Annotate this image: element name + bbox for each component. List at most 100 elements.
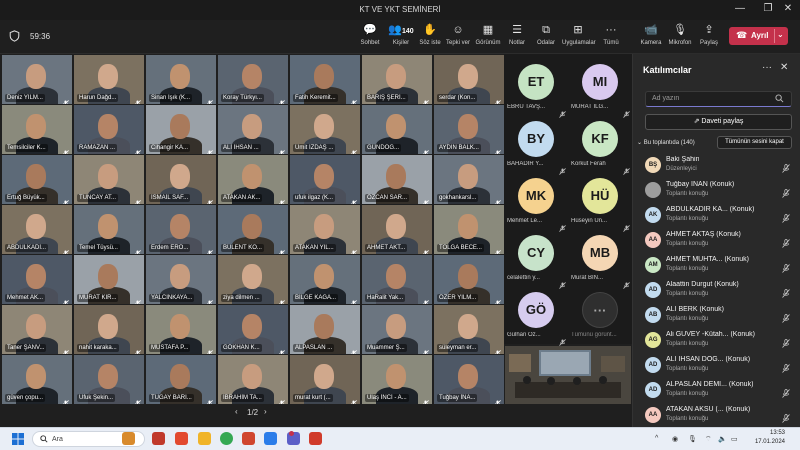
video-tile[interactable]: Koray Türkyı... — [218, 55, 288, 104]
view-button[interactable]: ▦ Görünüm — [475, 24, 501, 50]
video-tile[interactable]: Ertuğ Büyük... — [2, 155, 72, 204]
video-tile[interactable]: İBRAHİM TA... — [218, 355, 288, 404]
participant-row[interactable]: AD ALPASLAN DEMİ... (Konuk) Toplantı konuğ… — [633, 379, 800, 404]
video-tile[interactable]: ABDULKADİ... — [2, 205, 72, 254]
security-app-icon[interactable] — [175, 432, 188, 445]
video-tile[interactable]: Fatih Keremit... — [290, 55, 360, 104]
mic-muted-icon[interactable] — [782, 410, 790, 423]
share-button[interactable]: ⇪ Paylaş — [698, 24, 720, 50]
participant-search-input[interactable]: Ad yazın — [645, 91, 792, 107]
video-tile[interactable]: AYDIN BALK... — [434, 105, 504, 154]
participant-row[interactable]: AM AHMET MUHTA... (Konuk) Toplantı konuğu — [633, 254, 800, 279]
in-meeting-section-toggle[interactable]: ⌄ Bu toplantıda (140) — [637, 139, 695, 146]
video-tile[interactable]: AHMET AKT... — [362, 205, 432, 254]
video-tile[interactable]: Tuğbay İNA... — [434, 355, 504, 404]
maximize-icon[interactable]: ❐ — [761, 3, 775, 14]
video-tile[interactable]: Erdem ERO... — [146, 205, 216, 254]
video-tile[interactable]: ALPASLAN ... — [290, 305, 360, 354]
participant-row[interactable]: AB ALİ BERK (Konuk) Toplantı konuğu — [633, 304, 800, 329]
video-tile[interactable]: Muammer Ş... — [362, 305, 432, 354]
video-tile[interactable]: İSMAİL SAF... — [146, 155, 216, 204]
video-tile[interactable]: BARIŞ ŞERİ... — [362, 55, 432, 104]
close-window-icon[interactable]: ✕ — [781, 3, 795, 14]
chrome-browser-icon[interactable] — [220, 432, 233, 445]
video-tile[interactable]: Sinan Işık (K... — [146, 55, 216, 104]
video-tile[interactable]: Ümit İZDAŞ ... — [290, 105, 360, 154]
windows-start-icon[interactable] — [12, 433, 24, 445]
participant-row[interactable]: AK ABDULKADİR KA... (Konuk) Toplantı konuğ… — [633, 204, 800, 229]
chat-button[interactable]: 💬 Sohbet — [359, 24, 381, 50]
view-all-tile[interactable]: ··· Tümünü görünt... — [568, 284, 632, 342]
video-tile[interactable]: Ulaş İNCİ - A... — [362, 355, 432, 404]
participant-row[interactable]: AA ATAKAN AKSU (... (Konuk) Toplantı konuğ… — [633, 404, 800, 429]
video-tile[interactable]: MURAT KIR... — [74, 255, 144, 304]
avatar-tile[interactable]: KF Korkut Ferah — [568, 113, 632, 175]
next-page-icon[interactable]: › — [264, 407, 267, 416]
participant-row[interactable]: BŞ Baki Şahin Düzenleyici — [633, 154, 800, 179]
avatar-tile[interactable]: HÜ Hüseyin Ün... — [568, 170, 632, 232]
video-tile[interactable]: ÖZCAN SAR... — [362, 155, 432, 204]
mute-all-button[interactable]: Tümünün sesini kapat — [717, 136, 792, 149]
volume-icon[interactable]: 🔈 — [718, 435, 727, 443]
avatar-tile[interactable]: MI MURAT ILG... — [568, 56, 632, 118]
mic-muted-icon[interactable] — [782, 260, 790, 273]
mic-muted-icon[interactable] — [782, 235, 790, 248]
camera-button[interactable]: 📹 Kamera — [639, 24, 663, 50]
people-button[interactable]: 👥140 Kişiler — [388, 24, 414, 50]
video-tile[interactable]: TUNCAY AT... — [74, 155, 144, 204]
clock-time[interactable]: 13:53 — [745, 430, 785, 436]
participant-row[interactable]: AD Alaattin Durgut (Konuk) Toplantı konuğu — [633, 279, 800, 304]
react-button[interactable]: ☺ Tepki ver — [446, 24, 470, 50]
participant-row[interactable]: AD ALİ İHSAN DOĞ... (Konuk) Toplantı konuğ… — [633, 354, 800, 379]
video-tile[interactable]: Ufuk Şekin... — [74, 355, 144, 404]
mic-tray-icon[interactable]: 🎙 — [688, 435, 697, 443]
notes-button[interactable]: ☰ Notlar — [507, 24, 527, 50]
edge-browser-icon[interactable] — [264, 432, 277, 445]
video-tile[interactable]: ufuk ilgaz (K... — [290, 155, 360, 204]
minimize-icon[interactable]: — — [733, 3, 747, 14]
mic-muted-icon[interactable] — [782, 185, 790, 198]
share-invite-button[interactable]: ⇗ Daveti paylaş — [645, 114, 792, 130]
video-tile[interactable]: süleyman er... — [434, 305, 504, 354]
video-tile[interactable]: ALİ İHSAN ... — [218, 105, 288, 154]
clock-date[interactable]: 17.01.2024 — [745, 439, 785, 445]
avatar-tile[interactable]: BY BAHADIR Y... — [504, 113, 568, 175]
avatar-tile[interactable]: GÖ Gülhan Öz... — [504, 284, 568, 346]
video-tile[interactable]: ATAKAN YIL... — [290, 205, 360, 254]
video-tile[interactable]: Temsilciler K... — [2, 105, 72, 154]
tray-caret[interactable]: ^ — [655, 435, 658, 442]
battery-icon[interactable]: ▭ — [731, 435, 738, 443]
video-tile[interactable]: BİLGE KAGA... — [290, 255, 360, 304]
file-explorer-icon[interactable] — [198, 432, 211, 445]
participant-row[interactable]: AG Ali GÜVEY -Kütah... (Konuk) Toplantı ko… — [633, 329, 800, 354]
mic-muted-icon[interactable] — [782, 335, 790, 348]
close-panel-icon[interactable]: ✕ — [780, 62, 788, 73]
avatar-tile[interactable]: CY celalettin y... — [504, 227, 568, 289]
raise-hand-button[interactable]: ✋ Söz iste — [419, 24, 441, 50]
video-tile[interactable]: GÖKHAN K... — [218, 305, 288, 354]
video-tile[interactable]: nahit karaka... — [74, 305, 144, 354]
meeting-room-video[interactable] — [505, 346, 631, 404]
avatar-tile[interactable]: MB Murat BİN... — [568, 227, 632, 289]
previous-page-icon[interactable]: ‹ — [235, 407, 238, 416]
video-tile[interactable]: ÖZER YILM... — [434, 255, 504, 304]
mic-muted-icon[interactable] — [782, 385, 790, 398]
rooms-button[interactable]: ⧉ Odalar — [535, 24, 557, 50]
video-tile[interactable]: ATAKAN AK... — [218, 155, 288, 204]
mic-muted-icon[interactable] — [782, 210, 790, 223]
video-tile[interactable]: Mehmet AK... — [2, 255, 72, 304]
avatar-tile[interactable]: ET EBRU TAVŞ... — [504, 56, 568, 118]
video-tile[interactable]: gokhankarsl... — [434, 155, 504, 204]
wifi-icon[interactable]: ⌔ — [705, 435, 712, 444]
video-tile[interactable]: Harun Dağd... — [74, 55, 144, 104]
pdf-reader-app-icon[interactable] — [152, 432, 165, 445]
video-tile[interactable]: MUSTAFA P... — [146, 305, 216, 354]
avatar-tile[interactable]: MK Mehmet Le... — [504, 170, 568, 232]
video-tile[interactable]: TUGAY BARI... — [146, 355, 216, 404]
participant-row[interactable]: AA AHMET AKTAŞ (Konuk) Toplantı konuğu — [633, 229, 800, 254]
video-tile[interactable]: Taner ŞANV... — [2, 305, 72, 354]
video-tile[interactable]: YALCINKAYA... — [146, 255, 216, 304]
office-app-icon[interactable] — [242, 432, 255, 445]
chevron-down-icon[interactable]: ⌄ — [777, 30, 784, 39]
mic-muted-icon[interactable] — [782, 310, 790, 323]
